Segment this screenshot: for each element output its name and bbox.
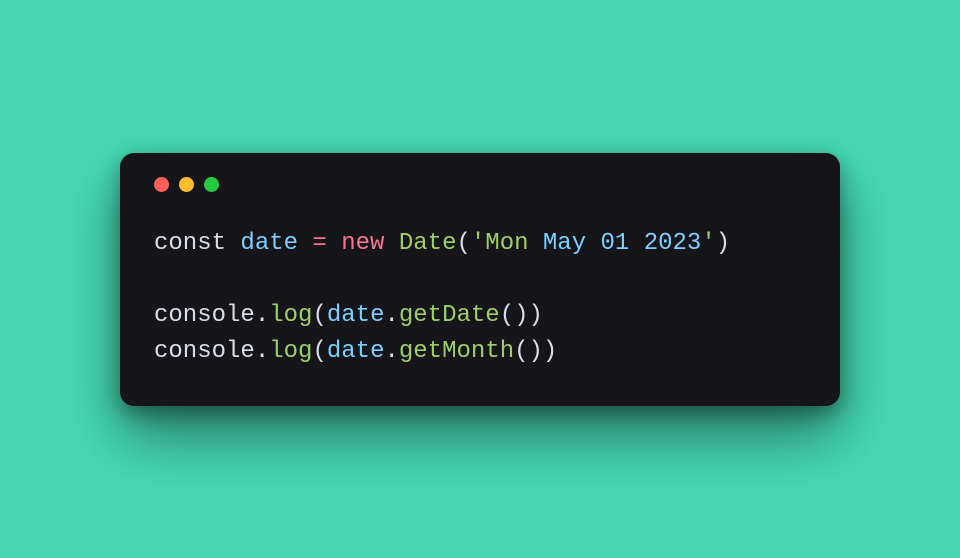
string-quote-close: '	[701, 230, 715, 257]
paren-close: )	[529, 338, 543, 365]
paren-open: (	[312, 338, 326, 365]
method-getmonth: getMonth	[399, 338, 514, 365]
method-getdate: getDate	[399, 302, 500, 329]
paren-close: )	[514, 302, 528, 329]
close-icon[interactable]	[154, 177, 169, 192]
paren-close: )	[529, 302, 543, 329]
method-log: log	[269, 302, 312, 329]
dot: .	[255, 302, 269, 329]
paren-open: (	[514, 338, 528, 365]
string-part-1: Mon	[485, 230, 543, 257]
dot: .	[384, 338, 398, 365]
operator-assign: =	[312, 230, 326, 257]
paren-close: )	[543, 338, 557, 365]
keyword-const: const	[154, 230, 226, 257]
identifier-date: date	[327, 338, 385, 365]
paren-open: (	[312, 302, 326, 329]
identifier-date: date	[327, 302, 385, 329]
class-date: Date	[399, 230, 457, 257]
dot: .	[384, 302, 398, 329]
minimize-icon[interactable]	[179, 177, 194, 192]
stage: const date = new Date('Mon May 01 2023')…	[0, 0, 960, 558]
maximize-icon[interactable]	[204, 177, 219, 192]
string-quote-open: '	[471, 230, 485, 257]
paren-open: (	[500, 302, 514, 329]
code-block: const date = new Date('Mon May 01 2023')…	[154, 226, 806, 370]
string-part-2: May 01 2023	[543, 230, 701, 257]
identifier-console: console	[154, 302, 255, 329]
method-log: log	[269, 338, 312, 365]
identifier-date-decl: date	[240, 230, 298, 257]
keyword-new: new	[341, 230, 384, 257]
paren-open: (	[456, 230, 470, 257]
paren-close: )	[716, 230, 730, 257]
code-window: const date = new Date('Mon May 01 2023')…	[120, 153, 840, 406]
dot: .	[255, 338, 269, 365]
identifier-console: console	[154, 338, 255, 365]
window-controls	[154, 177, 806, 192]
